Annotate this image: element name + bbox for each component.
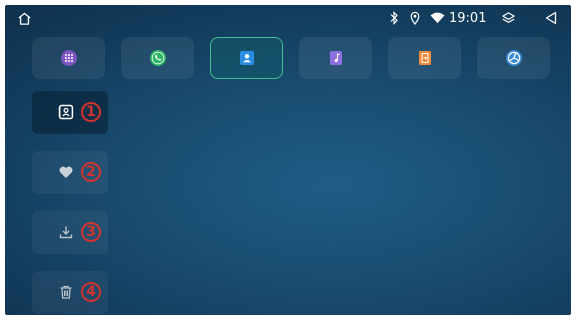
status-bar: 19:01: [5, 5, 571, 33]
contacts-screen: 19:01 1 2 3 4: [5, 5, 571, 315]
phone-transfer-icon: [418, 51, 431, 65]
side-item-delete[interactable]: 4: [32, 271, 108, 314]
clock-time: 19:01: [449, 11, 487, 26]
side-item-contacts[interactable]: 1: [32, 91, 108, 134]
badge-number: 4: [81, 282, 101, 302]
badge-number: 2: [81, 162, 101, 182]
dialpad-icon: [60, 50, 77, 66]
heart-icon: [59, 166, 73, 178]
trash-icon: [60, 285, 72, 299]
tab-phone[interactable]: [121, 37, 194, 79]
connectivity-icon: [505, 50, 522, 66]
tab-dialpad[interactable]: [32, 37, 105, 79]
back-icon[interactable]: [545, 11, 557, 25]
contacts-icon: [239, 51, 254, 65]
home-icon[interactable]: [17, 11, 32, 26]
tab-connectivity[interactable]: [477, 37, 550, 79]
bluetooth-icon: [390, 11, 398, 25]
download-icon: [59, 226, 73, 239]
tab-phone-transfer[interactable]: [388, 37, 461, 79]
tab-music[interactable]: [299, 37, 372, 79]
phone-icon: [149, 50, 166, 66]
contacts-icon: [58, 104, 74, 120]
location-icon: [410, 11, 420, 25]
music-icon: [329, 51, 342, 65]
side-item-download[interactable]: 3: [32, 211, 108, 254]
badge-number: 3: [81, 222, 101, 242]
layers-icon[interactable]: [501, 11, 516, 25]
side-item-favorites[interactable]: 2: [32, 151, 108, 194]
badge-number: 1: [81, 102, 101, 122]
wifi-icon: [430, 12, 445, 24]
tab-contacts[interactable]: [210, 37, 283, 79]
